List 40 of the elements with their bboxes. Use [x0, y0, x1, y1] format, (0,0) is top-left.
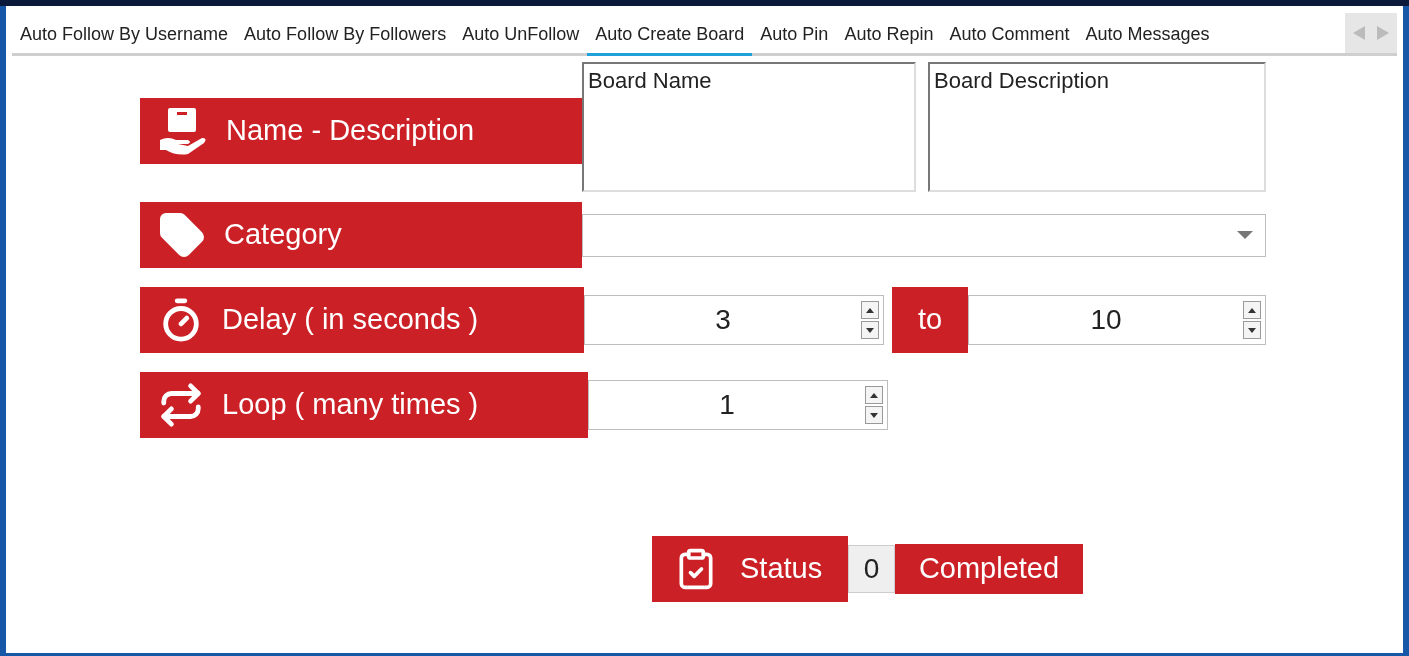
tab[interactable]: Auto Repin: [836, 16, 942, 56]
range-separator-label: to: [892, 287, 968, 353]
spin-up-button[interactable]: [1243, 301, 1261, 319]
tab[interactable]: Auto Messages: [1077, 16, 1218, 56]
tab[interactable]: Auto Follow By Followers: [236, 16, 455, 56]
status-label: Status: [740, 551, 823, 587]
spin-down-button[interactable]: [1243, 321, 1261, 339]
board-description-field[interactable]: Board Description: [928, 62, 1266, 192]
down-arrow-icon: [1248, 327, 1256, 333]
field-label: Loop ( many times ): [222, 387, 479, 423]
spin-down-button[interactable]: [865, 406, 883, 424]
tab[interactable]: Auto UnFollow: [454, 16, 588, 56]
down-arrow-icon: [870, 412, 878, 418]
number-spin-field[interactable]: 10: [968, 295, 1266, 345]
number-spin-field[interactable]: 1: [588, 380, 888, 430]
spin-up-button[interactable]: [861, 301, 879, 319]
up-arrow-icon: [866, 307, 874, 313]
spin-up-button[interactable]: [865, 386, 883, 404]
completed-count: 0: [848, 545, 895, 593]
tab[interactable]: Auto Pin: [752, 16, 837, 56]
tab[interactable]: Auto Create Board: [587, 16, 753, 56]
down-arrow-icon: [866, 327, 874, 333]
completed-label: Completed: [895, 544, 1083, 594]
number-value: 1: [718, 388, 736, 422]
field-label: Name - Description: [226, 113, 475, 149]
repeat-icon: [158, 382, 204, 428]
box-in-hand-icon: [158, 106, 208, 156]
up-arrow-icon: [870, 392, 878, 398]
up-arrow-icon: [1248, 307, 1256, 313]
number-spin-field[interactable]: 3: [584, 295, 884, 345]
tag-icon: [158, 211, 206, 259]
spin-down-button[interactable]: [861, 321, 879, 339]
number-value: 3: [714, 303, 732, 337]
field-label: Category: [224, 217, 342, 253]
board-name-field[interactable]: Board Name: [582, 62, 916, 192]
dropdown-caret-icon: [1237, 231, 1253, 239]
tab[interactable]: Auto Comment: [941, 16, 1078, 56]
tab[interactable]: Auto Follow By Username: [12, 16, 237, 56]
number-value: 10: [1089, 303, 1123, 337]
field-label: Delay ( in seconds ): [222, 302, 479, 338]
